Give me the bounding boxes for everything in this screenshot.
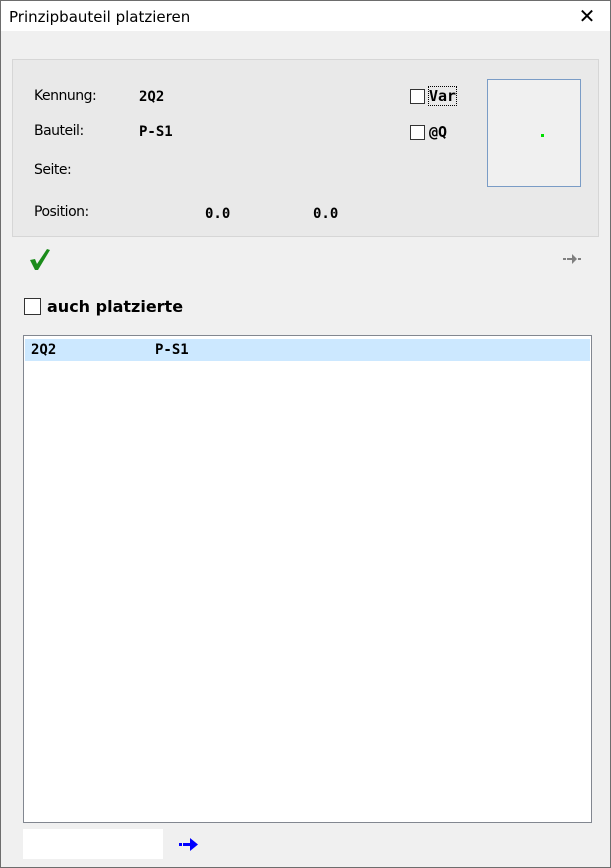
list-item-bauteil: P-S1 [155,342,189,358]
list-item-kennung: 2Q2 [31,342,57,358]
kennung-value: 2Q2 [139,89,165,105]
checkmark-icon[interactable] [29,247,51,271]
atq-checkbox-box[interactable] [410,124,425,140]
symbol-preview [487,79,581,187]
seite-label: Seite: [34,162,72,178]
position-label: Position: [34,204,89,220]
atq-checkbox-label: @Q [429,123,448,141]
bauteil-value: P-S1 [139,124,173,140]
kennung-label: Kennung: [34,88,97,104]
auch-platzierte-checkbox-box[interactable] [24,298,41,315]
list-item[interactable]: 2Q2 P-S1 [25,339,590,361]
var-checkbox-box[interactable] [410,88,425,104]
atq-checkbox[interactable]: @Q [410,123,447,141]
component-list[interactable]: 2Q2 P-S1 [23,335,592,823]
dialog-title: Prinzipbauteil platzieren [9,8,191,26]
title-bar: Prinzipbauteil platzieren ✕ [1,1,610,31]
dialog-window: Prinzipbauteil platzieren ✕ Kennung: 2Q2… [0,0,611,868]
close-button[interactable]: ✕ [564,1,610,31]
info-panel: Kennung: 2Q2 Bauteil: P-S1 Seite: Positi… [12,59,599,237]
var-checkbox-label: Var [427,86,458,106]
auch-platzierte-label: auch platzierte [47,297,184,316]
position-y-value: 0.0 [313,206,339,222]
search-input[interactable] [23,829,163,859]
var-checkbox[interactable]: Var [410,86,458,106]
auch-platzierte-checkbox[interactable]: auch platzierte [24,297,183,316]
position-x-value: 0.0 [205,206,231,222]
arrow-right-icon[interactable] [179,837,201,851]
preview-dot [541,134,544,137]
bauteil-label: Bauteil: [34,123,84,139]
arrow-right-small-icon[interactable] [563,253,581,265]
